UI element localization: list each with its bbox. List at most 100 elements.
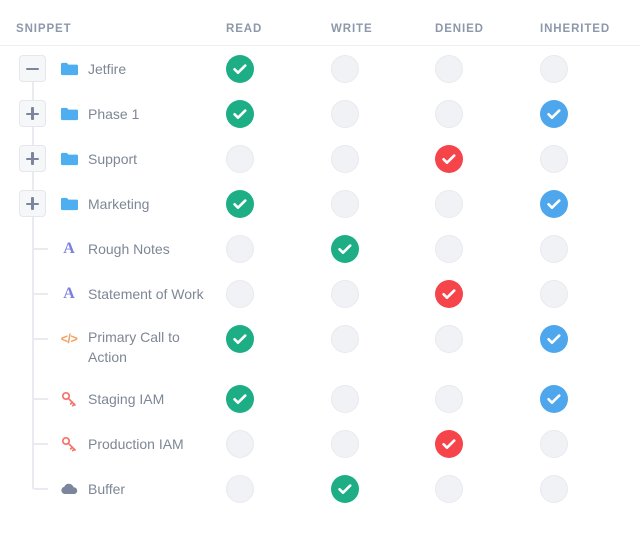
permission-toggle-read-granted[interactable] xyxy=(226,55,254,83)
permission-toggle-read-granted[interactable] xyxy=(226,385,254,413)
permission-toggle-write-empty[interactable] xyxy=(331,55,359,83)
permission-toggle-write-empty[interactable] xyxy=(331,100,359,128)
check-icon xyxy=(332,476,358,502)
tree-branch-tick xyxy=(34,488,48,490)
permission-cell-inherited xyxy=(540,100,568,128)
column-header-denied: DENIED xyxy=(435,23,484,35)
permission-cell-write xyxy=(331,385,359,413)
expand-node-button[interactable] xyxy=(19,190,46,217)
permission-toggle-inherited-inherited[interactable] xyxy=(540,190,568,218)
permission-cell-read xyxy=(226,385,254,413)
permission-toggle-write-empty[interactable] xyxy=(331,430,359,458)
permission-cell-read xyxy=(226,235,254,263)
check-icon xyxy=(436,146,462,172)
tree-branch-tick xyxy=(34,293,48,295)
tree-row[interactable]: A Rough Notes xyxy=(0,226,640,271)
permission-toggle-denied-empty[interactable] xyxy=(435,385,463,413)
permission-cell-inherited xyxy=(540,55,568,83)
check-icon xyxy=(227,191,253,217)
permission-toggle-inherited-empty[interactable] xyxy=(540,280,568,308)
permission-cell-write xyxy=(331,145,359,173)
tree-row[interactable]: Production IAM xyxy=(0,421,640,466)
expand-node-button[interactable] xyxy=(19,100,46,127)
permission-toggle-read-empty[interactable] xyxy=(226,280,254,308)
tree-node-label: Staging IAM xyxy=(88,390,165,407)
permission-toggle-inherited-empty[interactable] xyxy=(540,55,568,83)
tree-branch-tick xyxy=(34,248,48,250)
tree-row[interactable]: </> Primary Call to Action xyxy=(0,316,640,376)
tree-row[interactable]: Staging IAM xyxy=(0,376,640,421)
tree-vertical-line xyxy=(32,316,34,376)
permission-toggle-denied-empty[interactable] xyxy=(435,190,463,218)
permission-toggle-denied-empty[interactable] xyxy=(435,475,463,503)
tree-row[interactable]: Support xyxy=(0,136,640,181)
permission-toggle-read-empty[interactable] xyxy=(226,145,254,173)
permission-toggle-inherited-inherited[interactable] xyxy=(540,100,568,128)
key-icon xyxy=(59,434,79,454)
permission-toggle-write-empty[interactable] xyxy=(331,325,359,353)
permission-toggle-write-empty[interactable] xyxy=(331,190,359,218)
permission-toggle-inherited-inherited[interactable] xyxy=(540,325,568,353)
permission-cell-denied xyxy=(435,190,463,218)
tree-row[interactable]: Marketing xyxy=(0,181,640,226)
permission-cell-read xyxy=(226,100,254,128)
permission-toggle-denied-denied[interactable] xyxy=(435,280,463,308)
tree-row[interactable]: Phase 1 xyxy=(0,91,640,136)
tree-vertical-line xyxy=(32,466,34,489)
permission-toggle-denied-denied[interactable] xyxy=(435,145,463,173)
tree-node-label: Production IAM xyxy=(88,435,184,452)
permission-toggle-read-granted[interactable] xyxy=(226,100,254,128)
tree-guides xyxy=(0,316,56,376)
collapse-node-button[interactable] xyxy=(19,55,46,82)
permission-toggle-read-granted[interactable] xyxy=(226,325,254,353)
permission-toggle-denied-empty[interactable] xyxy=(435,100,463,128)
permission-cell-write xyxy=(331,325,359,353)
tree-node-label: Marketing xyxy=(88,195,150,212)
tree-node-label: Primary Call to Action xyxy=(88,329,180,365)
check-icon xyxy=(227,386,253,412)
permission-toggle-denied-denied[interactable] xyxy=(435,430,463,458)
permission-toggle-inherited-empty[interactable] xyxy=(540,475,568,503)
permission-toggle-denied-empty[interactable] xyxy=(435,235,463,263)
permission-cell-write xyxy=(331,430,359,458)
permission-toggle-denied-empty[interactable] xyxy=(435,55,463,83)
permission-toggle-denied-empty[interactable] xyxy=(435,325,463,353)
permission-toggle-read-granted[interactable] xyxy=(226,190,254,218)
tree-branch-tick xyxy=(34,338,48,340)
permission-toggle-read-empty[interactable] xyxy=(226,430,254,458)
permission-toggle-write-granted[interactable] xyxy=(331,475,359,503)
permission-toggle-inherited-empty[interactable] xyxy=(540,430,568,458)
tree-row[interactable]: Buffer xyxy=(0,466,640,511)
permission-toggle-write-empty[interactable] xyxy=(331,145,359,173)
permission-cell-inherited xyxy=(540,430,568,458)
check-icon xyxy=(541,326,567,352)
permission-toggle-inherited-empty[interactable] xyxy=(540,235,568,263)
folder-icon xyxy=(59,59,79,79)
check-icon xyxy=(541,386,567,412)
permission-cell-inherited xyxy=(540,475,568,503)
permission-toggle-inherited-inherited[interactable] xyxy=(540,385,568,413)
text-snippet-icon: A xyxy=(63,285,75,302)
permission-cell-inherited xyxy=(540,235,568,263)
tree-guides xyxy=(0,271,56,316)
permission-toggle-read-empty[interactable] xyxy=(226,235,254,263)
permission-toggle-write-granted[interactable] xyxy=(331,235,359,263)
permission-toggle-read-empty[interactable] xyxy=(226,475,254,503)
check-icon xyxy=(332,236,358,262)
expand-node-button[interactable] xyxy=(19,145,46,172)
check-icon xyxy=(436,281,462,307)
permission-toggle-write-empty[interactable] xyxy=(331,385,359,413)
permission-cell-denied xyxy=(435,145,463,173)
permission-cell-inherited xyxy=(540,145,568,173)
minus-icon xyxy=(26,67,39,70)
tree-row[interactable]: Jetfire xyxy=(0,46,640,91)
tree-row[interactable]: A Statement of Work xyxy=(0,271,640,316)
permission-toggle-write-empty[interactable] xyxy=(331,280,359,308)
permissions-matrix: SNIPPET READ WRITE DENIED INHERITED Jetf… xyxy=(0,0,640,555)
permission-cell-write xyxy=(331,475,359,503)
permission-cell-read xyxy=(226,430,254,458)
folder-icon xyxy=(59,104,79,124)
tree-node-label: Buffer xyxy=(88,480,126,497)
permission-cell-write xyxy=(331,190,359,218)
permission-toggle-inherited-empty[interactable] xyxy=(540,145,568,173)
